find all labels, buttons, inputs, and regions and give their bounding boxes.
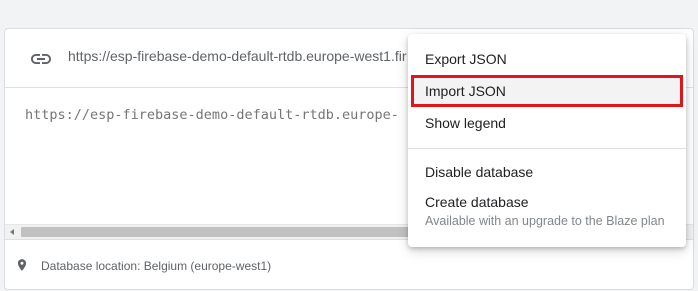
menu-item-create-database[interactable]: Create database Available with an upgrad… xyxy=(425,194,665,228)
menu-divider xyxy=(408,148,686,149)
menu-item-show-legend[interactable]: Show legend xyxy=(408,107,686,139)
create-database-label: Create database xyxy=(425,194,529,210)
database-location: Database location: Belgium (europe-west1… xyxy=(41,259,272,273)
menu-item-import-json[interactable]: Import JSON xyxy=(411,75,683,107)
menu-item-disable-database[interactable]: Disable database xyxy=(408,156,686,188)
location-pin-icon xyxy=(17,259,27,271)
menu-item-export-json[interactable]: Export JSON xyxy=(408,43,686,75)
database-url: https://esp-firebase-demo-default-rtdb.e… xyxy=(68,48,407,64)
scrollbar-thumb[interactable] xyxy=(21,227,451,237)
database-options-menu: Export JSON Import JSON Show legend Disa… xyxy=(408,34,686,247)
create-database-note: Available with an upgrade to the Blaze p… xyxy=(425,214,665,228)
scroll-left-arrow-icon[interactable] xyxy=(10,229,14,235)
link-icon[interactable] xyxy=(29,47,53,71)
data-tree-root-node[interactable]: https://esp-firebase-demo-default-rtdb.e… xyxy=(25,107,399,123)
